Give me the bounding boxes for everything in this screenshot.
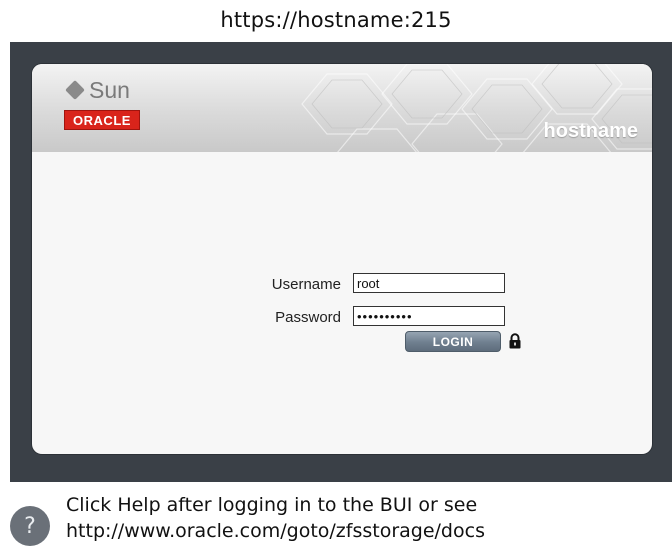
hostname-label: hostname bbox=[543, 120, 638, 142]
sun-diamond-icon bbox=[65, 80, 85, 100]
help-note: ? Click Help after logging in to the BUI… bbox=[10, 490, 670, 548]
username-input[interactable] bbox=[353, 273, 505, 293]
username-label: Username bbox=[271, 276, 341, 293]
oracle-logo: ORACLE bbox=[64, 110, 140, 130]
panel-header: Sun ORACLE hostname bbox=[32, 64, 652, 152]
url-caption: https://hostname:215 bbox=[220, 8, 452, 32]
login-panel: Sun ORACLE hostname Username Password LO… bbox=[32, 64, 652, 454]
sun-logo: Sun bbox=[65, 76, 130, 103]
help-text: Click Help after logging in to the BUI o… bbox=[66, 492, 666, 544]
help-docs-url[interactable]: http://www.oracle.com/goto/zfsstorage/do… bbox=[66, 518, 666, 544]
help-text-line-1: Click Help after logging in to the BUI o… bbox=[66, 494, 478, 516]
browser-window-frame: Sun ORACLE hostname Username Password LO… bbox=[10, 42, 672, 482]
login-form: Username Password LOGIN bbox=[32, 152, 652, 454]
sun-logo-text: Sun bbox=[89, 76, 130, 103]
login-button[interactable]: LOGIN bbox=[405, 331, 501, 352]
lock-icon bbox=[509, 333, 521, 349]
help-question-icon: ? bbox=[10, 506, 50, 546]
password-label: Password bbox=[275, 309, 341, 326]
password-input[interactable] bbox=[353, 306, 505, 326]
